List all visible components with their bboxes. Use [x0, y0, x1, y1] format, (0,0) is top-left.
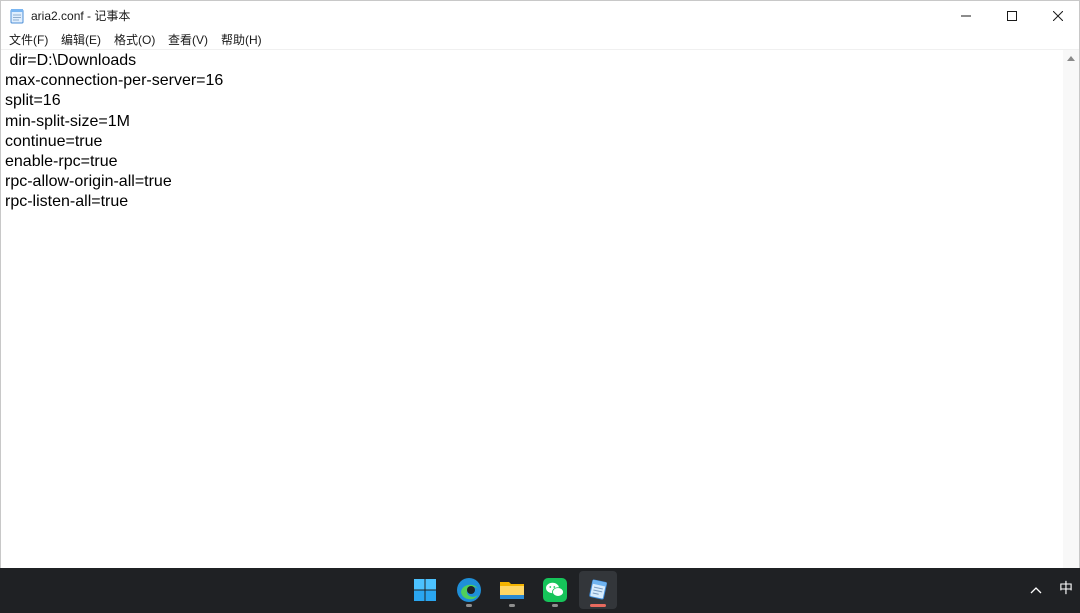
taskbar: [0, 568, 1080, 613]
maximize-icon: [1007, 11, 1017, 21]
running-indicator: [552, 604, 558, 607]
close-icon: [1053, 11, 1063, 21]
close-button[interactable]: [1035, 1, 1080, 31]
text-line: min-split-size=1M: [5, 112, 130, 130]
taskbar-edge-button[interactable]: [450, 571, 488, 609]
taskbar-notepad-button[interactable]: [579, 571, 617, 609]
title-bar[interactable]: aria2.conf - 记事本: [1, 1, 1079, 31]
text-line: split=16: [5, 92, 61, 110]
text-line: enable-rpc=true: [5, 153, 118, 171]
taskbar-explorer-button[interactable]: [493, 571, 531, 609]
vertical-scrollbar[interactable]: [1063, 50, 1079, 568]
show-hidden-icons-button[interactable]: [1026, 578, 1046, 602]
running-indicator: [509, 604, 515, 607]
text-line: dir=D:\Downloads: [5, 52, 137, 69]
text-line: continue=true: [5, 132, 103, 150]
minimize-button[interactable]: [943, 1, 989, 31]
taskbar-wechat-button[interactable]: [536, 571, 574, 609]
running-indicator: [466, 604, 472, 607]
chevron-up-icon: [1030, 587, 1042, 594]
notepad-icon: [589, 579, 607, 600]
menu-help[interactable]: 帮助(H): [221, 32, 262, 48]
wechat-icon: [543, 578, 567, 602]
text-line: max-connection-per-server=16: [5, 72, 224, 90]
scroll-up-arrow-icon[interactable]: [1067, 56, 1075, 61]
menu-edit[interactable]: 编辑(E): [61, 32, 101, 48]
file-explorer-icon: [500, 582, 524, 599]
menu-file[interactable]: 文件(F): [9, 32, 48, 48]
notepad-window: aria2.conf - 记事本 文件(F) 编辑(E) 格式(O) 查看(V)…: [0, 0, 1080, 568]
input-method-indicator[interactable]: 中: [1052, 577, 1080, 601]
text-editor[interactable]: dir=D:\Downloads max-connection-per-serv…: [1, 50, 1063, 568]
active-indicator: [590, 604, 606, 607]
text-line: rpc-listen-all=true: [5, 193, 129, 211]
menu-bar: 文件(F) 编辑(E) 格式(O) 查看(V) 帮助(H): [1, 31, 1079, 50]
taskbar-start-button[interactable]: [406, 571, 444, 609]
maximize-button[interactable]: [989, 1, 1035, 31]
windows-start-icon: [414, 579, 436, 601]
text-line: rpc-allow-origin-all=true: [5, 173, 172, 191]
edge-browser-icon: [457, 578, 481, 602]
minimize-icon: [961, 15, 971, 17]
window-title: aria2.conf - 记事本: [31, 9, 131, 23]
menu-format[interactable]: 格式(O): [114, 32, 155, 48]
menu-view[interactable]: 查看(V): [168, 32, 208, 48]
notepad-app-icon: [10, 9, 24, 24]
